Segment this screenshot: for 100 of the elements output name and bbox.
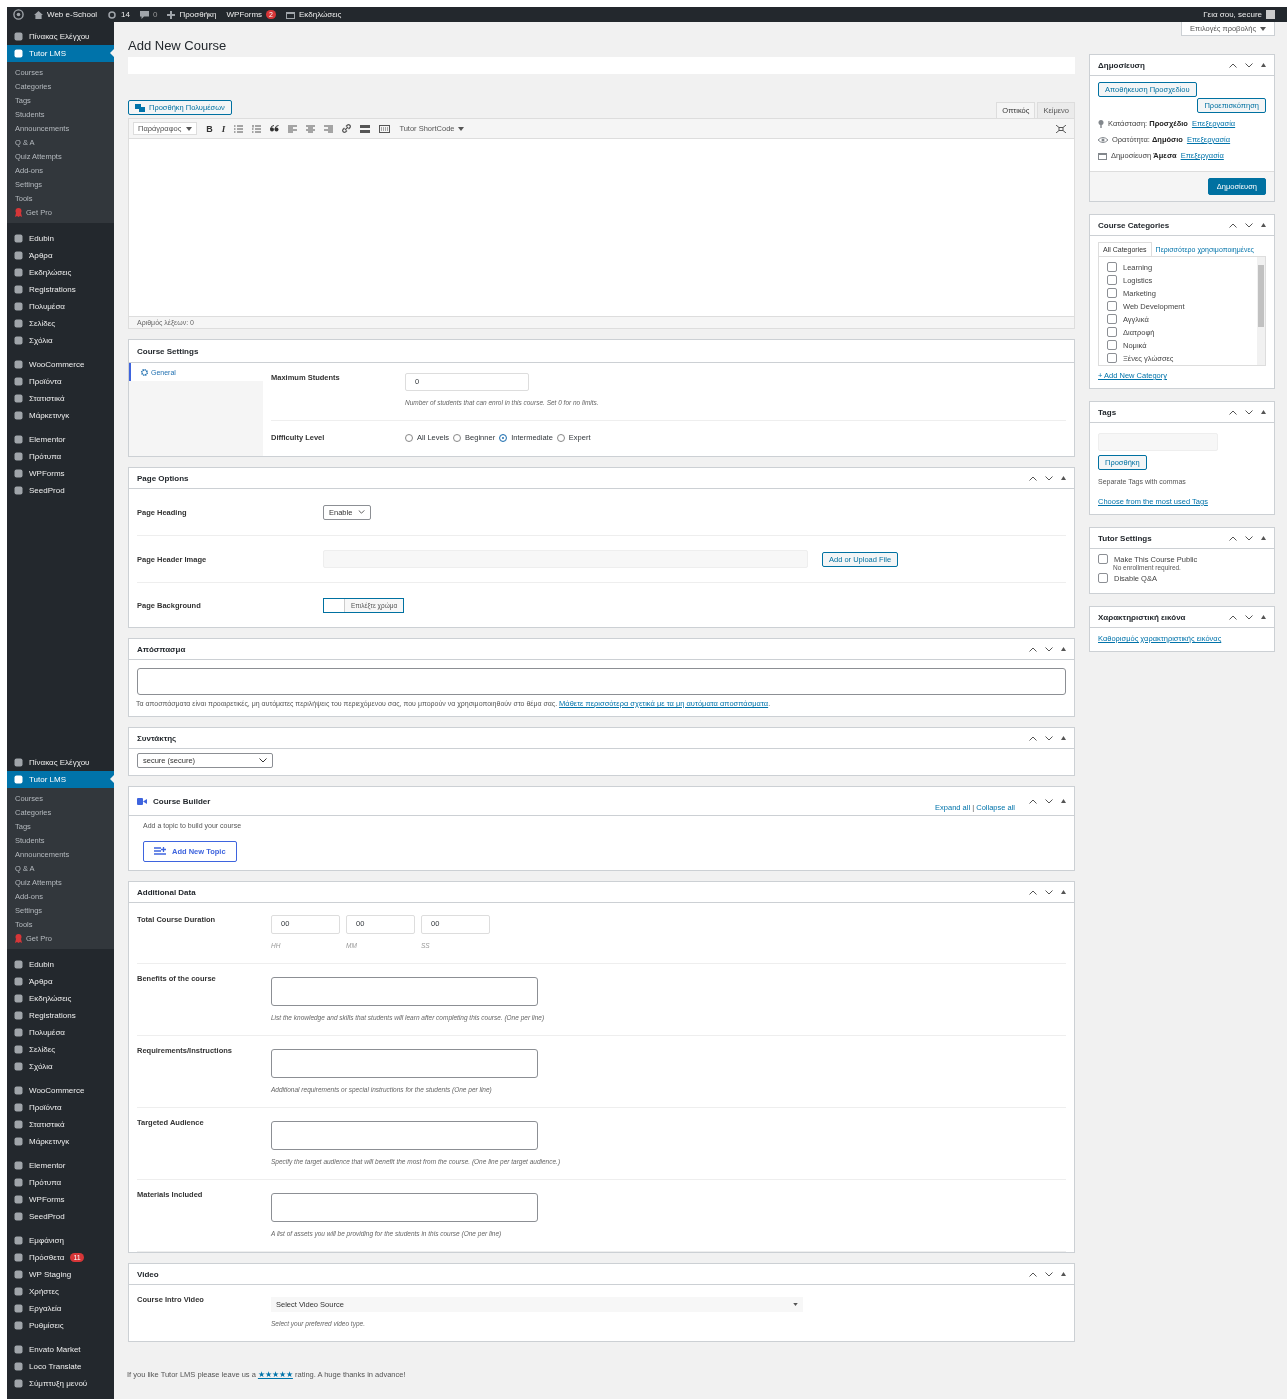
textarea-field[interactable] — [271, 1121, 538, 1150]
menu-item[interactable]: Πίνακας Ελέγχου — [7, 754, 114, 771]
triangle-up-icon[interactable] — [1061, 476, 1066, 480]
menu-item[interactable]: Σχόλια — [7, 1058, 114, 1075]
chevron-down-icon[interactable] — [1245, 409, 1253, 415]
chevron-up-icon[interactable] — [1029, 889, 1037, 895]
chevron-up-icon[interactable] — [1229, 222, 1237, 228]
menu-item[interactable]: Εκδηλώσεις — [7, 264, 114, 281]
textarea-field[interactable] — [271, 977, 538, 1006]
chevron-up-icon[interactable] — [1029, 735, 1037, 741]
menu-item[interactable]: Εμφάνιση — [7, 1232, 114, 1249]
triangle-up-icon[interactable] — [1261, 63, 1266, 67]
menu-item[interactable]: Εκδηλώσεις — [7, 990, 114, 1007]
chevron-down-icon[interactable] — [1245, 535, 1253, 541]
menu-item[interactable]: WooCommerce — [7, 356, 114, 373]
triangle-up-icon[interactable] — [1061, 799, 1066, 803]
menu-item[interactable]: Πολυμέσα — [7, 1024, 114, 1041]
menu-item[interactable]: Edubin — [7, 956, 114, 973]
menu-item[interactable]: WPForms — [7, 465, 114, 482]
new-link[interactable]: Προσθήκη — [179, 10, 217, 19]
menu-item[interactable]: SeedProd — [7, 482, 114, 499]
menu-item[interactable]: Προϊόντα — [7, 373, 114, 390]
menu-item[interactable]: WP Staging — [7, 1266, 114, 1283]
triangle-up-icon[interactable] — [1061, 890, 1066, 894]
circle-logo-icon[interactable] — [13, 9, 24, 20]
triangle-up-icon[interactable] — [1261, 615, 1266, 619]
quote-icon[interactable] — [270, 125, 280, 132]
chevron-down-icon[interactable] — [1045, 735, 1053, 741]
menu-item[interactable]: WooCommerce — [7, 1082, 114, 1099]
chevron-up-icon[interactable] — [1229, 614, 1237, 620]
chevron-down-icon[interactable] — [1245, 62, 1253, 68]
menu-item[interactable]: SeedProd — [7, 1208, 114, 1225]
link-icon[interactable] — [342, 124, 352, 133]
menu-item[interactable]: Σχόλια — [7, 332, 114, 349]
menu-item[interactable]: Registrations — [7, 281, 114, 298]
excerpt-textarea[interactable] — [137, 668, 1066, 695]
menu-item[interactable]: Registrations — [7, 1007, 114, 1024]
fullscreen-icon[interactable] — [1056, 124, 1066, 133]
keyboard-icon[interactable] — [379, 124, 391, 133]
menu-item[interactable]: Άρθρα — [7, 247, 114, 264]
chevron-up-icon[interactable] — [1229, 62, 1237, 68]
menu-item[interactable]: Edubin — [7, 230, 114, 247]
menu-item[interactable]: Tutor LMS — [7, 771, 114, 788]
menu-item[interactable]: Εργαλεία — [7, 1300, 114, 1317]
updates-count[interactable]: 14 — [121, 10, 130, 19]
events-link[interactable]: Εκδηλώσεις — [299, 10, 342, 19]
chevron-down-icon[interactable] — [1045, 475, 1053, 481]
menu-item[interactable]: Προϊόντα — [7, 1099, 114, 1116]
triangle-up-icon[interactable] — [1061, 736, 1066, 740]
chevron-down-icon[interactable] — [1045, 1271, 1053, 1277]
menu-item[interactable]: Πολυμέσα — [7, 298, 114, 315]
wpforms-link[interactable]: WPForms — [226, 10, 263, 19]
menu-item[interactable]: Άρθρα — [7, 973, 114, 990]
menu-item[interactable]: Στατιστικά — [7, 1116, 114, 1133]
greeting-link[interactable]: Γεια σου, secure — [1203, 10, 1262, 19]
avatar-placeholder — [1266, 10, 1275, 19]
menu-item[interactable]: WPForms — [7, 1191, 114, 1208]
chevron-down-icon[interactable] — [1245, 614, 1253, 620]
menu-item[interactable]: Elementor — [7, 431, 114, 448]
italic-button[interactable]: I — [221, 123, 226, 134]
site-name-link[interactable]: Web e-School — [47, 10, 98, 19]
chevron-up-icon[interactable] — [1229, 409, 1237, 415]
menu-item[interactable]: Χρήστες — [7, 1283, 114, 1300]
triangle-up-icon[interactable] — [1061, 647, 1066, 651]
menu-item[interactable]: Σελίδες — [7, 1041, 114, 1058]
menu-item[interactable]: Elementor — [7, 1157, 114, 1174]
menu-item[interactable]: Πρότυπα — [7, 448, 114, 465]
menu-item[interactable]: Μάρκετινγκ — [7, 1133, 114, 1150]
menu-item[interactable]: Στατιστικά — [7, 390, 114, 407]
chevron-down-icon[interactable] — [1245, 222, 1253, 228]
comments-count[interactable]: 0 — [153, 10, 158, 19]
chevron-down-icon[interactable] — [1045, 798, 1053, 804]
chevron-down-icon[interactable] — [1045, 646, 1053, 652]
textarea-field[interactable] — [271, 1193, 538, 1222]
chevron-up-icon[interactable] — [1029, 1271, 1037, 1277]
menu-item[interactable]: Πίνακας Ελέγχου — [7, 28, 114, 45]
chevron-up-icon[interactable] — [1229, 535, 1237, 541]
square-icon — [14, 1137, 23, 1146]
chevron-down-icon[interactable] — [1045, 889, 1053, 895]
triangle-up-icon[interactable] — [1261, 536, 1266, 540]
triangle-up-icon[interactable] — [1061, 1272, 1066, 1276]
textarea-field[interactable] — [271, 1049, 538, 1078]
menu-item[interactable]: Loco Translate — [7, 1358, 114, 1375]
triangle-up-icon[interactable] — [1261, 223, 1266, 227]
read-more-icon[interactable] — [360, 124, 371, 133]
menu-item[interactable]: Σύμπτυξη μενού — [7, 1375, 114, 1392]
square-icon — [14, 1028, 23, 1037]
square-icon — [14, 377, 23, 386]
scrollbar[interactable] — [1257, 257, 1265, 365]
menu-item[interactable]: Πρότυπα — [7, 1174, 114, 1191]
bold-button[interactable]: B — [206, 123, 213, 134]
menu-item[interactable]: Μάρκετινγκ — [7, 407, 114, 424]
chevron-up-icon[interactable] — [1029, 646, 1037, 652]
menu-item[interactable]: Envato Market — [7, 1341, 114, 1358]
menu-item[interactable]: Tutor LMS — [7, 45, 114, 62]
menu-item[interactable]: Σελίδες — [7, 315, 114, 332]
triangle-up-icon[interactable] — [1261, 410, 1266, 414]
chevron-up-icon[interactable] — [1029, 798, 1037, 804]
chevron-up-icon[interactable] — [1029, 475, 1037, 481]
menu-item[interactable]: Ρυθμίσεις — [7, 1317, 114, 1334]
